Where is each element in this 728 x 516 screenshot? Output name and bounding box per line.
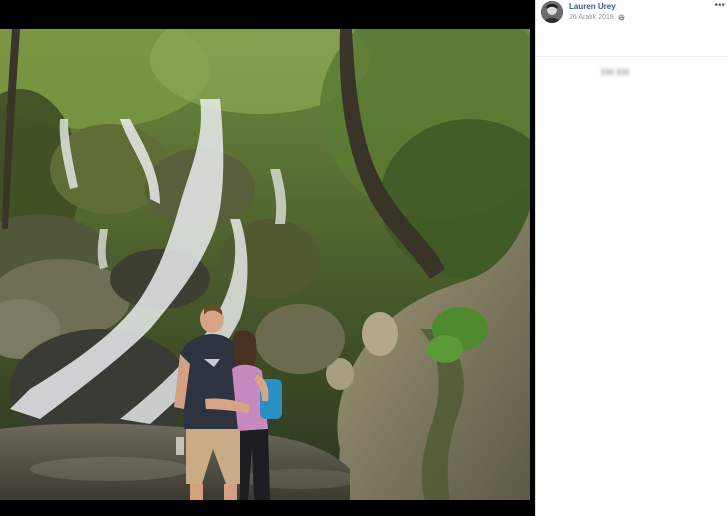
post-sidebar: Lauren Urey 26 Aralık 2018 ••• ▮▮▮ ▮▮▮ <box>535 0 728 516</box>
post-header: Lauren Urey 26 Aralık 2018 ••• <box>536 0 728 28</box>
divider <box>536 56 728 57</box>
globe-icon[interactable] <box>618 14 625 21</box>
post-photo[interactable] <box>0 29 530 500</box>
blurred-region: ▮▮▮ ▮▮▮ <box>601 67 630 76</box>
post-date[interactable]: 26 Aralık 2018 <box>569 14 614 21</box>
photo-viewer: Lauren Urey 26 Aralık 2018 ••• ▮▮▮ ▮▮▮ <box>0 0 728 516</box>
waterfall-photo <box>0 29 530 500</box>
more-options-icon[interactable]: ••• <box>714 0 725 11</box>
post-meta: 26 Aralık 2018 <box>569 14 625 21</box>
photo-pane <box>0 0 535 516</box>
profile-avatar[interactable] <box>541 1 563 23</box>
avatar-image <box>541 1 563 23</box>
author-name-link[interactable]: Lauren Urey <box>569 2 616 11</box>
